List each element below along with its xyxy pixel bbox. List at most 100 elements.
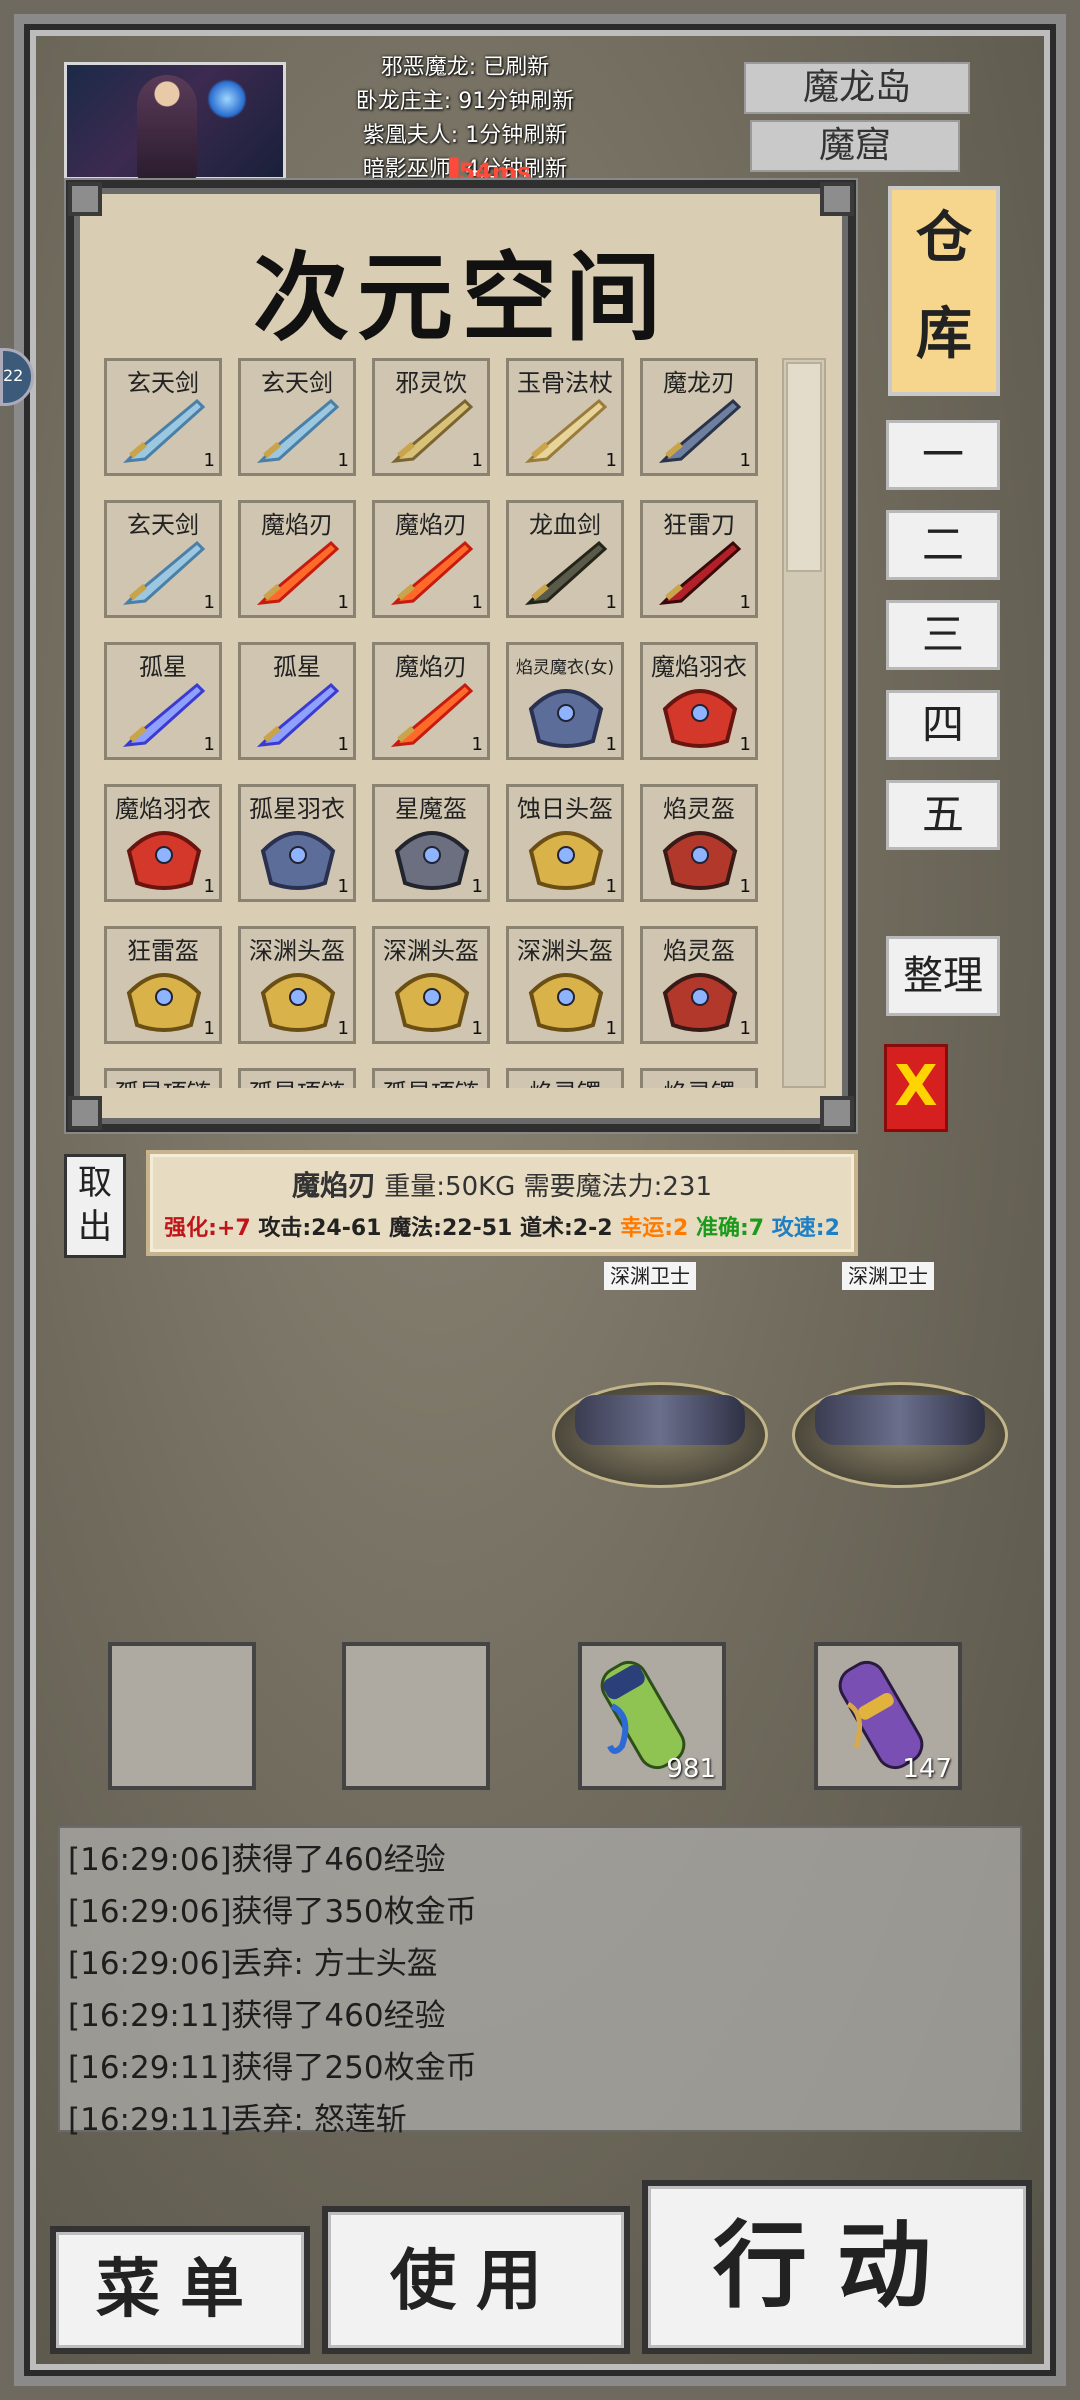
boss-timer: 卧龙庄主: 91分钟刷新 [355, 89, 575, 114]
item-count: 1 [337, 734, 349, 755]
item-name: 魔焰刃 [395, 511, 467, 539]
grid-scrollbar[interactable] [782, 358, 826, 1088]
warehouse-tab-4[interactable]: 四 [886, 690, 1000, 760]
item-slot[interactable]: 玉骨法杖 1 [506, 358, 624, 476]
warehouse-tab-1[interactable]: 一 [886, 420, 1000, 490]
take-out-button[interactable]: 取出 [64, 1154, 126, 1258]
warehouse-panel: 次元空间 玄天剑 1 玄天剑 1 邪灵饮 1 玉骨法杖 1 魔龙刃 1 玄天剑 1 魔焰刃 1 魔焰刃 1 龙血… [66, 180, 856, 1132]
item-name: 焰灵镯 [643, 1073, 755, 1088]
warehouse-tab-2[interactable]: 二 [886, 510, 1000, 580]
item-slot[interactable]: 玄天剑 1 [104, 500, 222, 618]
take-out-label: 取出 [78, 1163, 112, 1247]
item-count: 1 [739, 876, 751, 897]
item-slot[interactable]: 玄天剑 1 [238, 358, 356, 476]
item-count: 1 [471, 876, 483, 897]
stat-enhance: 强化:+7 [164, 1216, 251, 1241]
item-slot[interactable]: 焰灵盔 1 [640, 926, 758, 1044]
item-slot[interactable]: 孤星项链 [104, 1068, 222, 1088]
item-slot[interactable]: 魔焰刃 1 [372, 642, 490, 760]
item-slot[interactable]: 孤星 1 [238, 642, 356, 760]
item-slot[interactable]: 星魔盔 1 [372, 784, 490, 902]
item-count: 1 [203, 1018, 215, 1039]
boss-timer: 紫凰夫人: 1分钟刷新 [362, 123, 568, 148]
monster-label: 深渊卫士 [842, 1262, 934, 1290]
item-slot[interactable]: 深渊头盔 1 [506, 926, 624, 1044]
item-name: 孤星 [139, 653, 187, 681]
item-slot[interactable]: 孤星羽衣 1 [238, 784, 356, 902]
item-name: 魔龙刃 [663, 369, 735, 397]
item-slot[interactable]: 魔焰刃 1 [372, 500, 490, 618]
item-slot[interactable]: 狂雷刀 1 [640, 500, 758, 618]
item-slot[interactable]: 邪灵饮 1 [372, 358, 490, 476]
item-slot[interactable]: 焰灵盔 1 [640, 784, 758, 902]
action-button[interactable]: 行动 [642, 2180, 1032, 2354]
quick-slot-2[interactable] [342, 1642, 490, 1790]
item-count: 1 [203, 876, 215, 897]
sort-button[interactable]: 整理 [886, 936, 1000, 1016]
item-slot[interactable]: 深渊头盔 1 [238, 926, 356, 1044]
item-name: 魔焰刃 [261, 511, 333, 539]
item-name: 孤星项链 [107, 1073, 219, 1088]
item-slot[interactable]: 孤星项链 [372, 1068, 490, 1088]
warehouse-tab-3[interactable]: 三 [886, 600, 1000, 670]
item-slot[interactable]: 蚀日头盔 1 [506, 784, 624, 902]
item-name: 魔焰刃 [395, 653, 467, 681]
use-button[interactable]: 使用 [322, 2206, 630, 2354]
item-count: 1 [605, 734, 617, 755]
player-portrait[interactable] [64, 62, 286, 180]
monster-sprite[interactable] [792, 1382, 1008, 1488]
zone-tab[interactable]: 魔龙岛 [744, 62, 970, 114]
item-name: 深渊头盔 [517, 937, 613, 965]
item-count: 1 [337, 450, 349, 471]
warehouse-tab-5[interactable]: 五 [886, 780, 1000, 850]
stat-luck: 幸运:2 [620, 1216, 689, 1241]
item-name: 邪灵饮 [395, 369, 467, 397]
panel-corner [820, 182, 854, 216]
item-slot[interactable]: 孤星项链 [238, 1068, 356, 1088]
item-name: 深渊头盔 [383, 937, 479, 965]
item-slot[interactable]: 焰灵镯 [640, 1068, 758, 1088]
log-line: [16:29:11]获得了250枚金币 [68, 2050, 477, 2086]
item-slot[interactable]: 龙血剑 1 [506, 500, 624, 618]
item-slot[interactable]: 焰灵镯 [506, 1068, 624, 1088]
item-name: 玄天剑 [127, 511, 199, 539]
item-count: 1 [337, 592, 349, 613]
item-name: 龙血剑 [529, 511, 601, 539]
item-slot[interactable]: 魔焰羽衣 1 [640, 642, 758, 760]
message-log: [16:29:06]获得了460经验 [16:29:06]获得了350枚金币 [… [58, 1826, 1022, 2138]
item-mp-requirement: 需要魔法力:231 [523, 1172, 712, 1202]
item-name: 孤星项链 [375, 1073, 487, 1088]
quick-slot-4[interactable]: 147 [814, 1642, 962, 1790]
item-slot[interactable]: 魔焰羽衣 1 [104, 784, 222, 902]
item-slot[interactable]: 焰灵魔衣(女) 1 [506, 642, 624, 760]
scrollbar-thumb[interactable] [786, 362, 822, 572]
warehouse-button[interactable]: 仓库 [888, 186, 1000, 396]
item-count: 1 [605, 1018, 617, 1039]
item-name: 魔焰羽衣 [651, 653, 747, 681]
item-count: 1 [739, 734, 751, 755]
item-slot[interactable]: 魔龙刃 1 [640, 358, 758, 476]
item-slot[interactable]: 深渊头盔 1 [372, 926, 490, 1044]
item-count: 1 [605, 592, 617, 613]
item-count: 1 [337, 876, 349, 897]
log-line: [16:29:06]丢弃: 方士头盔 [68, 1946, 438, 1982]
item-slot[interactable]: 孤星 1 [104, 642, 222, 760]
item-name: 焰灵盔 [663, 937, 735, 965]
item-count: 1 [203, 734, 215, 755]
menu-button[interactable]: 菜单 [50, 2226, 310, 2354]
item-slot[interactable]: 狂雷盔 1 [104, 926, 222, 1044]
item-name: 玄天剑 [261, 369, 333, 397]
item-slot[interactable]: 玄天剑 1 [104, 358, 222, 476]
close-button[interactable]: X [884, 1044, 948, 1132]
item-slot[interactable]: 魔焰刃 1 [238, 500, 356, 618]
item-name: 魔焰羽衣 [115, 795, 211, 823]
quick-slot-1[interactable] [108, 1642, 256, 1790]
area-tab[interactable]: 魔窟 [750, 120, 960, 172]
item-name: 魔焰刃 [292, 1169, 377, 1202]
panel-corner [820, 1096, 854, 1130]
item-weight: 重量:50KG [384, 1172, 516, 1202]
quick-slot-3[interactable]: 981 [578, 1642, 726, 1790]
item-name: 星魔盔 [395, 795, 467, 823]
panel-corner [68, 1096, 102, 1130]
monster-sprite[interactable] [552, 1382, 768, 1488]
